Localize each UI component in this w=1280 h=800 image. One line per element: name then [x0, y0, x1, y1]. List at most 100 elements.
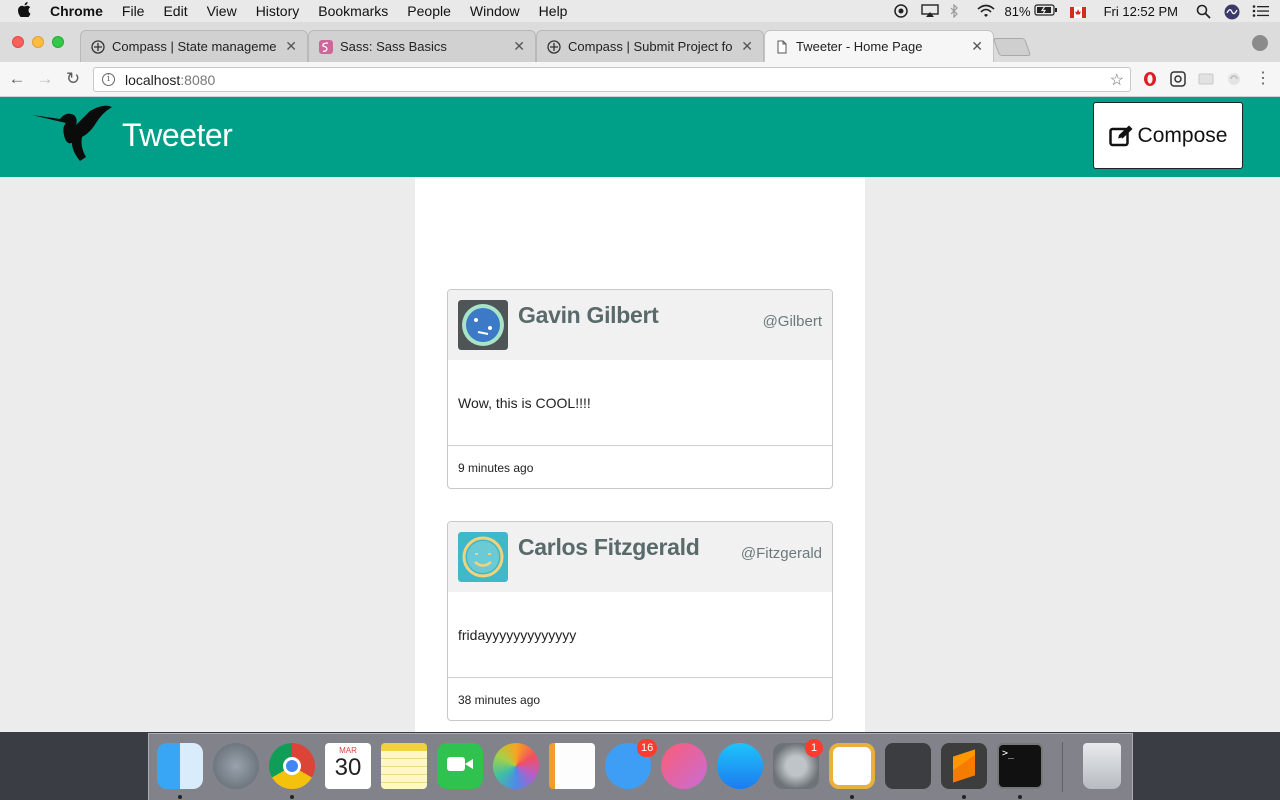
photos-icon[interactable]	[493, 743, 539, 789]
address-bar[interactable]: i localhost:8080 ☆	[93, 67, 1131, 92]
extension-placeholder-icon[interactable]	[1198, 71, 1214, 87]
app-store-icon[interactable]	[717, 743, 763, 789]
canada-flag-icon[interactable]	[1069, 6, 1086, 18]
spotlight-search-icon[interactable]	[1196, 4, 1212, 19]
document-favicon-icon	[777, 40, 787, 53]
pages-icon[interactable]	[549, 743, 595, 789]
notes-icon[interactable]	[381, 743, 427, 789]
apple-icon[interactable]	[18, 2, 31, 20]
tab-close-icon[interactable]: ✕	[741, 38, 753, 55]
menu-people[interactable]: People	[407, 3, 451, 19]
siri-icon[interactable]	[1224, 4, 1240, 20]
tweet-text: Wow, this is COOL!!!!	[448, 360, 832, 446]
calendar-icon[interactable]: MAR 30	[325, 743, 371, 789]
author-handle: @Gilbert	[762, 313, 822, 330]
dock: MAR 30 16 1 >_	[148, 733, 1133, 800]
dock-separator	[1062, 742, 1063, 792]
avatar[interactable]	[458, 300, 508, 350]
compose-button[interactable]: Compose	[1093, 102, 1243, 169]
hummingbird-logo-icon	[32, 105, 112, 161]
url-port: :8080	[180, 71, 216, 88]
disk-utility-icon[interactable]	[885, 743, 931, 789]
tab-tweeter-home[interactable]: Tweeter - Home Page ✕	[764, 30, 994, 62]
messages-badge: 16	[637, 739, 658, 757]
profile-icon[interactable]	[1252, 35, 1268, 51]
running-indicator	[850, 795, 854, 799]
bookmark-star-icon[interactable]: ☆	[1110, 70, 1124, 90]
link-extension-icon[interactable]	[1170, 71, 1186, 87]
tab-title: Compass | Submit Project for E	[568, 39, 734, 54]
menu-edit[interactable]: Edit	[163, 3, 187, 19]
author-handle: @Fitzgerald	[740, 545, 822, 562]
sublime-text-icon[interactable]	[941, 743, 987, 789]
tweet-text: fridayyyyyyyyyyyyy	[448, 592, 832, 678]
battery-percent: 81%	[1004, 3, 1031, 19]
terminal-icon[interactable]: >_	[997, 743, 1043, 789]
tab-close-icon[interactable]: ✕	[285, 38, 297, 55]
menu-file[interactable]: File	[122, 3, 145, 19]
forward-arrow-icon[interactable]: →	[36, 70, 54, 88]
app-brand[interactable]: Tweeter	[122, 117, 233, 154]
back-arrow-icon[interactable]: ←	[8, 70, 26, 88]
tweet-timestamp: 38 minutes ago	[458, 693, 541, 707]
trash-icon[interactable]	[1083, 743, 1121, 789]
calendar-day: 30	[334, 754, 362, 781]
app-navbar: Tweeter Compose	[0, 97, 1280, 177]
reload-icon[interactable]: ↻	[64, 70, 82, 88]
tab-strip: Compass | State management ✕ Sass: Sass …	[0, 22, 1280, 62]
site-info-icon[interactable]: i	[102, 73, 115, 86]
clock[interactable]: Fri 12:52 PM	[1104, 4, 1178, 19]
slack-icon[interactable]	[829, 743, 875, 789]
tab-title: Sass: Sass Basics	[340, 39, 447, 54]
tab-close-icon[interactable]: ✕	[513, 38, 525, 55]
tab-title: Compass | State management	[112, 39, 278, 54]
menu-bookmarks[interactable]: Bookmarks	[318, 3, 388, 19]
menu-help[interactable]: Help	[539, 3, 568, 19]
menu-history[interactable]: History	[256, 3, 300, 19]
running-indicator	[290, 795, 294, 799]
menu-view[interactable]: View	[207, 3, 237, 19]
browser-window: Compass | State management ✕ Sass: Sass …	[0, 22, 1280, 732]
battery-icon[interactable]	[1033, 4, 1058, 18]
itunes-icon[interactable]	[661, 743, 707, 789]
avatar[interactable]	[458, 532, 508, 582]
tweet-header: Carlos Fitzgerald @Fitzgerald	[448, 522, 832, 592]
window-minimize-button[interactable]	[32, 36, 44, 48]
menu-window[interactable]: Window	[470, 3, 520, 19]
facetime-icon[interactable]	[437, 743, 483, 789]
running-indicator	[1018, 795, 1022, 799]
chrome-icon[interactable]	[269, 743, 315, 789]
tweet-header: Gavin Gilbert @Gilbert	[448, 290, 832, 360]
sync-extension-icon[interactable]	[1226, 71, 1242, 87]
system-preferences-badge: 1	[805, 739, 823, 757]
compass-favicon-icon	[547, 39, 561, 54]
status-circle-icon[interactable]	[893, 4, 909, 18]
window-zoom-button[interactable]	[52, 36, 64, 48]
new-tab-button[interactable]	[992, 38, 1032, 56]
finder-icon[interactable]	[157, 743, 203, 789]
running-indicator	[178, 795, 182, 799]
tab-sass-basics[interactable]: Sass: Sass Basics ✕	[308, 30, 536, 62]
running-indicator	[962, 795, 966, 799]
opera-extension-icon[interactable]	[1142, 71, 1158, 87]
tab-compass-submit[interactable]: Compass | Submit Project for E ✕	[536, 30, 764, 62]
menu-app-name[interactable]: Chrome	[50, 3, 103, 19]
tab-close-icon[interactable]: ✕	[971, 38, 983, 55]
tab-title: Tweeter - Home Page	[796, 39, 923, 54]
window-close-button[interactable]	[12, 36, 24, 48]
tab-compass-state[interactable]: Compass | State management ✕	[80, 30, 308, 62]
page-viewport: Tweeter Compose Gavin Gilbert @Gilbert W…	[0, 97, 1280, 732]
airplay-icon[interactable]	[920, 4, 939, 18]
launchpad-icon[interactable]	[213, 743, 259, 789]
url-host: localhost	[125, 71, 181, 88]
tweet-feed: Gavin Gilbert @Gilbert Wow, this is COOL…	[415, 177, 865, 732]
tweet-card: Carlos Fitzgerald @Fitzgerald fridayyyyy…	[447, 521, 833, 721]
browser-toolbar: ← → ↻ i localhost:8080 ☆ ⋮	[0, 62, 1280, 97]
tweet-card: Gavin Gilbert @Gilbert Wow, this is COOL…	[447, 289, 833, 489]
menu-bar: Chrome File Edit View History Bookmarks …	[0, 0, 1280, 22]
bluetooth-icon[interactable]	[949, 3, 965, 19]
notification-center-icon[interactable]	[1252, 4, 1269, 18]
chrome-menu-icon[interactable]: ⋮	[1254, 70, 1272, 88]
wifi-icon[interactable]	[977, 4, 995, 18]
author-name: Gavin Gilbert	[518, 302, 659, 328]
